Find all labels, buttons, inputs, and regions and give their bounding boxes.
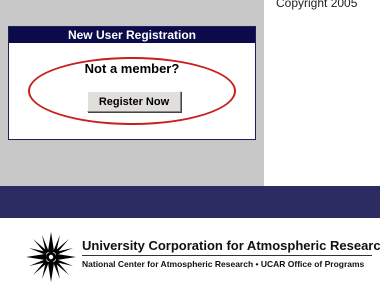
registration-box: New User Registration Not a member? Regi… [8, 26, 256, 140]
footer-divider [82, 255, 372, 256]
navy-band [0, 186, 380, 218]
footer: University Corporation for Atmospheric R… [0, 218, 380, 285]
left-panel: New User Registration Not a member? Regi… [0, 0, 264, 186]
ucar-org-name[interactable]: University Corporation for Atmospheric R… [82, 238, 380, 253]
register-now-button[interactable]: Register Now [87, 91, 181, 112]
not-member-prompt: Not a member? [84, 61, 180, 76]
registration-title: New User Registration [9, 27, 255, 43]
ucar-star-logo-icon[interactable] [26, 232, 76, 282]
ucar-sub-line[interactable]: National Center for Atmospheric Research… [82, 259, 364, 269]
copyright-text: Copyright 2005 [276, 0, 358, 10]
